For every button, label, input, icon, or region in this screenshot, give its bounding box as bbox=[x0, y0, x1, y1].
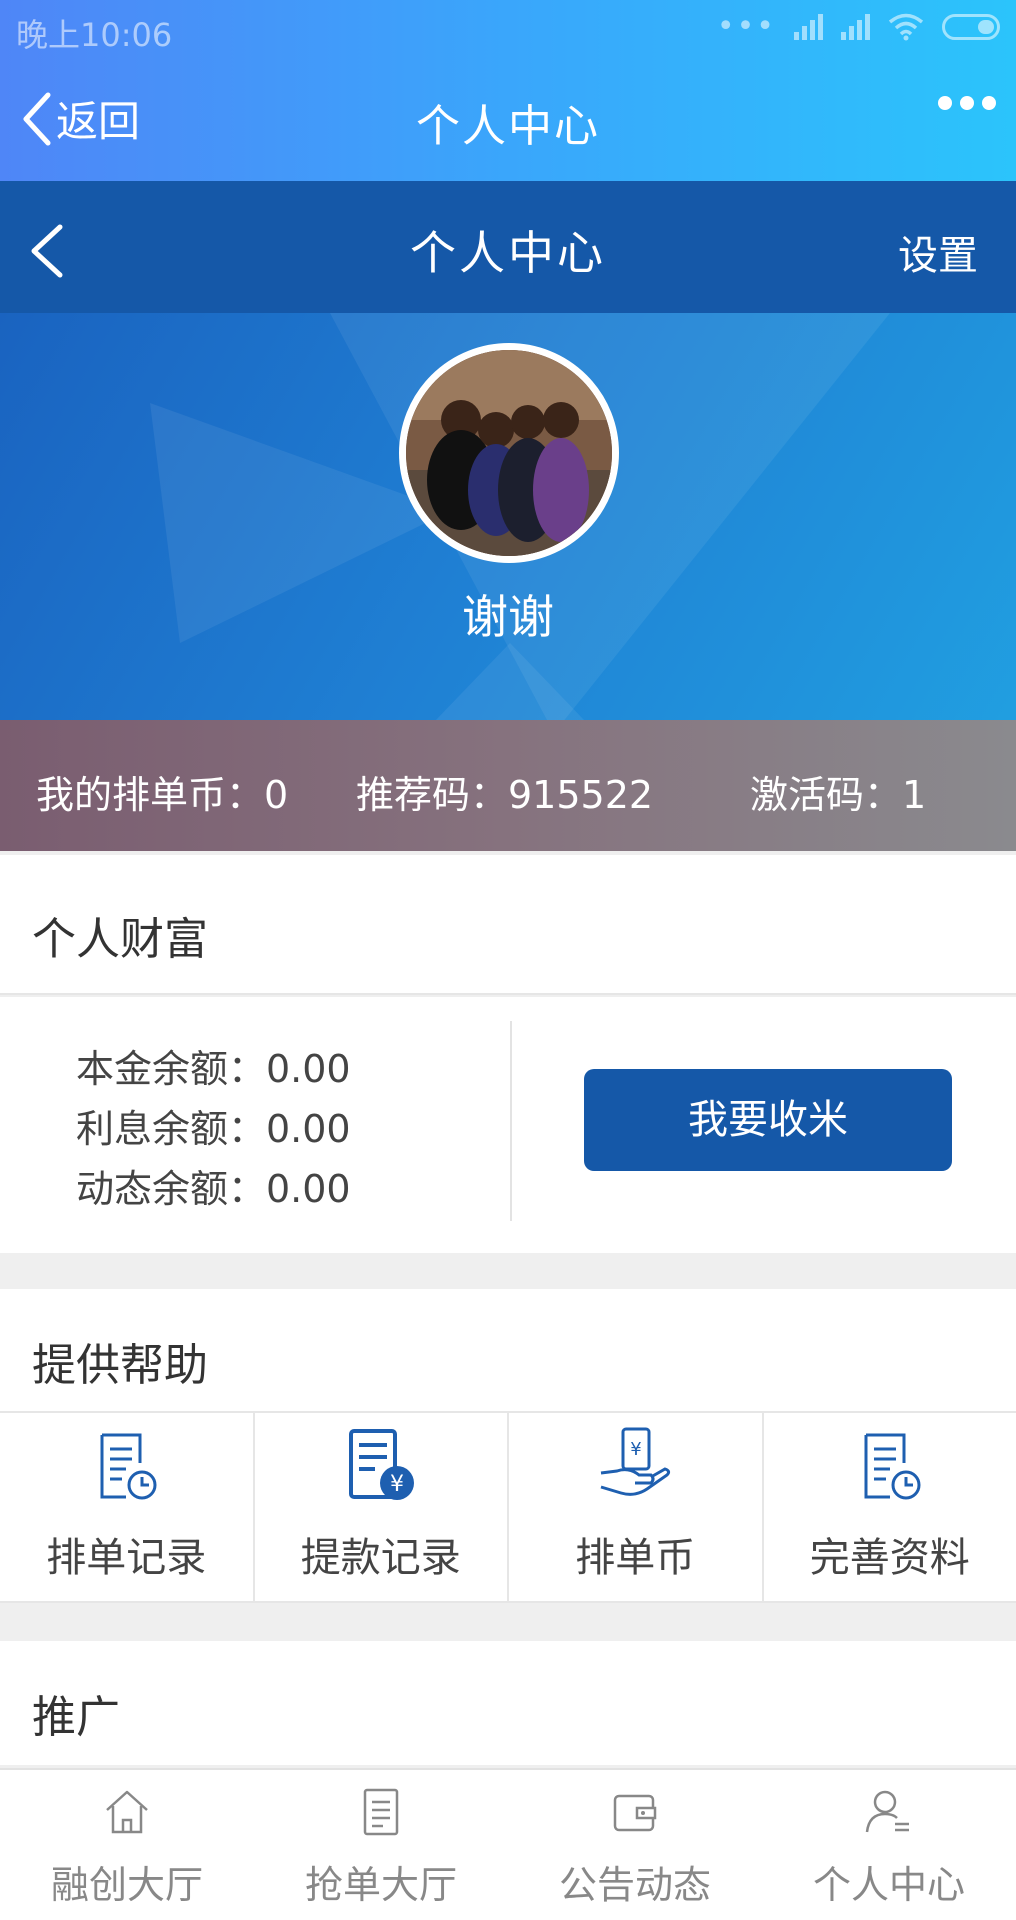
status-icons: ••• bbox=[717, 12, 1000, 42]
help-item-label: 完善资料 bbox=[809, 1535, 970, 1581]
avatar[interactable] bbox=[399, 343, 619, 563]
battery-icon bbox=[942, 14, 1000, 40]
status-time: 晚上10:06 bbox=[16, 16, 173, 54]
document-yuan-icon: ¥ bbox=[348, 1429, 414, 1500]
app-header: 个人中心 设置 bbox=[0, 181, 1016, 313]
paidan-coin-stat: 我的排单币：0 bbox=[36, 773, 289, 817]
interest-balance: 利息余额：0.00 bbox=[76, 1107, 351, 1151]
stats-strip: 我的排单币：0 推荐码：915522 激活码：1 bbox=[0, 720, 1016, 851]
nav-item-announcements[interactable]: 公告动态 bbox=[508, 1770, 762, 1920]
referral-code-stat: 推荐码：915522 bbox=[356, 773, 654, 817]
list-icon bbox=[363, 1788, 399, 1836]
help-item-label: 排单币 bbox=[575, 1535, 696, 1581]
screen: 晚上10:06 ••• 返回 个人中心 个人中心 设置 谢谢 我的排单币：0 推… bbox=[0, 0, 1016, 1920]
nav-label: 融创大厅 bbox=[50, 1863, 203, 1907]
document-clock-icon bbox=[100, 1433, 157, 1500]
nav-label: 抢单大厅 bbox=[304, 1863, 457, 1907]
webview-bar: 返回 个人中心 bbox=[0, 56, 1016, 181]
status-bar: 晚上10:06 ••• bbox=[0, 0, 1016, 56]
balances: 本金余额：0.00 利息余额：0.00 动态余额：0.00 bbox=[76, 1039, 351, 1219]
dynamic-balance: 动态余额：0.00 bbox=[76, 1167, 351, 1211]
promotion-title: 推广 bbox=[32, 1692, 120, 1743]
help-grid: 排单记录 ¥ 提款记录 ¥ 排单币 完善资料 bbox=[0, 1413, 1016, 1603]
document-clock-icon bbox=[864, 1433, 921, 1500]
signal-dots-icon: ••• bbox=[716, 9, 776, 44]
divider bbox=[510, 1021, 512, 1221]
svg-text:¥: ¥ bbox=[631, 1439, 642, 1460]
page-title: 个人中心 bbox=[410, 226, 606, 280]
nav-label: 公告动态 bbox=[558, 1863, 711, 1907]
help-section-header: 提供帮助 bbox=[0, 1289, 1016, 1413]
activation-code-stat: 激活码：1 bbox=[750, 773, 927, 817]
profile-banner: 谢谢 我的排单币：0 推荐码：915522 激活码：1 bbox=[0, 313, 1016, 851]
nav-label: 个人中心 bbox=[812, 1863, 965, 1907]
nav-item-personal-center[interactable]: 个人中心 bbox=[762, 1770, 1016, 1920]
help-item-complete-profile[interactable]: 完善资料 bbox=[764, 1413, 1016, 1601]
nav-item-grab-order-hall[interactable]: 抢单大厅 bbox=[254, 1770, 508, 1920]
username: 谢谢 bbox=[462, 590, 554, 644]
help-item-withdraw-records[interactable]: ¥ 提款记录 bbox=[255, 1413, 509, 1601]
nav-item-rongchuang-hall[interactable]: 融创大厅 bbox=[0, 1770, 254, 1920]
user-icon bbox=[865, 1790, 909, 1833]
wealth-section-header: 个人财富 bbox=[0, 855, 1016, 995]
wallet-icon bbox=[613, 1794, 657, 1832]
hand-yuan-icon: ¥ bbox=[600, 1427, 671, 1496]
help-item-label: 提款记录 bbox=[300, 1535, 461, 1581]
home-icon bbox=[106, 1790, 148, 1834]
help-item-label: 排单记录 bbox=[46, 1535, 207, 1581]
bottom-nav: 融创大厅 抢单大厅 公告动态 个人中心 bbox=[0, 1768, 1016, 1920]
signal-icon bbox=[841, 14, 870, 40]
top-header: 晚上10:06 ••• 返回 个人中心 bbox=[0, 0, 1016, 181]
wifi-icon bbox=[888, 13, 924, 41]
help-item-paidan-coin[interactable]: ¥ 排单币 bbox=[509, 1413, 764, 1601]
webview-title: 个人中心 bbox=[416, 101, 600, 152]
help-item-paidan-records[interactable]: 排单记录 bbox=[0, 1413, 255, 1601]
settings-button[interactable]: 设置 bbox=[898, 223, 978, 281]
wealth-body: 本金余额：0.00 利息余额：0.00 动态余额：0.00 我要收米 bbox=[0, 997, 1016, 1253]
signal-icon bbox=[794, 14, 823, 40]
wealth-title: 个人财富 bbox=[32, 914, 208, 965]
promotion-section-header: 推广 bbox=[0, 1641, 1016, 1765]
principal-balance: 本金余额：0.00 bbox=[76, 1047, 351, 1091]
svg-text:¥: ¥ bbox=[390, 1472, 404, 1497]
more-icon[interactable] bbox=[938, 96, 996, 110]
help-title: 提供帮助 bbox=[32, 1340, 208, 1391]
collect-button[interactable]: 我要收米 bbox=[584, 1069, 952, 1171]
